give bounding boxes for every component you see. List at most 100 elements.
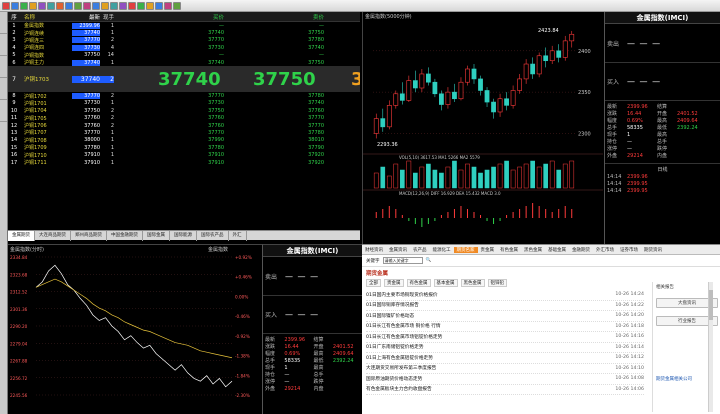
news-filter[interactable]: 全部 [366,279,381,287]
table-row[interactable]: 11 沪铜1705 37760 2 37760 37770 [8,115,360,122]
news-nav-tab[interactable]: 期货名家 [453,246,478,253]
news-item[interactable]: 01日上海有色金属铝锭价格走势 10-26 14:12 [366,353,644,364]
market-tab[interactable]: 国际农产品 [197,230,229,241]
table-row[interactable]: 9 沪铜1701 37730 1 37730 37740 [8,100,360,107]
toolbar-icon[interactable] [2,1,10,10]
news-item[interactable]: 01日国内主要市场铜现货价格报价 10-26 14:24 [366,290,644,301]
table-row[interactable]: 6 沪铜主力 37740 1 37740 37750 [8,59,360,66]
toolbar-icon[interactable] [173,1,181,10]
toolbar-icon[interactable] [29,1,37,10]
news-nav-tab[interactable]: 外汇市场 [593,247,617,253]
toolbar-icon[interactable] [110,1,118,10]
market-tab[interactable]: 外汇 [229,230,247,241]
news-item[interactable]: 大连期货交易所发布第三季度报告 10-26 14:10 [366,364,644,374]
toolbar-icon[interactable] [119,1,127,10]
news-filter[interactable]: 基本金属 [433,279,458,287]
info-row: 持仓 — 总手 [605,138,720,146]
news-filter[interactable]: 铝锌铅 [487,279,507,287]
toolbar-icon[interactable] [155,1,163,10]
last-price: 37730 [84,100,100,107]
news-nav-tab[interactable]: 金融期货 [569,247,593,253]
news-item[interactable]: 国际原油期货价格动态走势 10-26 14:08 [366,374,644,385]
intraday-chart[interactable]: 2334.84 2323.68 2312.52 2301.36 2290.20 2279.… [8,245,262,414]
news-nav-tab[interactable]: 有色金属 [497,247,521,253]
col-header[interactable]: 现手 [100,13,114,21]
col-header[interactable]: 卖价 [224,13,324,21]
toolbar-icon[interactable] [38,1,46,10]
table-row[interactable]: 12 沪铜1706 37760 2 37760 37770 [8,122,360,130]
y-tick-label: 2350 [578,90,591,96]
news-nav-tab[interactable]: 农产品 [410,247,430,253]
toolbar-icon[interactable] [74,1,82,10]
table-row[interactable]: 8 沪铜1702 37770 2 37770 37780 [8,92,360,100]
news-nav-tab[interactable]: 能源化工 [430,247,454,253]
news-nav-tab[interactable]: 基础金属 [545,247,569,253]
news-filter[interactable]: 有色金属 [406,279,431,287]
table-row[interactable]: 2 沪铜连续 37740 1 37740 37750 [8,29,360,37]
news-nav-tab[interactable]: 证券市场 [617,247,641,253]
y-pct-label: -1.38% [235,354,250,359]
col-header[interactable]: 买价 [114,13,224,21]
news-item[interactable]: 01日广东南储铝锭价格走势 10-26 14:14 [366,343,644,353]
sidebar-tab[interactable] [0,34,7,56]
toolbar-icon[interactable] [164,1,172,10]
news-item[interactable]: 01日长江有色金属市场 铜价格 行情 10-26 14:18 [366,322,644,332]
scroll-thumb[interactable] [709,290,713,320]
bid-price: 37730 [208,100,224,107]
candle-body [491,101,496,113]
news-nav-tab[interactable]: 期货资讯 [641,247,665,253]
table-row[interactable]: 3 沪铜连三 37770 2 37770 37780 [8,37,360,44]
col-header[interactable]: 序 [8,13,20,21]
toolbar-icon[interactable] [92,1,100,10]
toolbar-icon[interactable] [137,1,145,10]
toolbar-icon[interactable] [128,1,136,10]
sidebar-tab[interactable] [0,100,7,122]
news-item[interactable]: 有色金属板块主力合约收盘报告 10-26 14:06 [366,385,644,395]
toolbar-icon[interactable] [65,1,73,10]
toolbar-icon[interactable] [20,1,28,10]
table-row[interactable]: 4 沪铜连四 37730 4 37730 37740 [8,44,360,51]
table-row[interactable]: 10 沪铜1704 37750 2 37750 37760 [8,107,360,115]
table-row[interactable]: 16 沪铜1710 37910 1 37910 37920 [8,151,360,159]
market-tab[interactable]: 国际金属 [143,230,170,241]
selected-table-row[interactable]: 7 沪铜1703 37740 2 37740 37750 3 [8,66,360,93]
table-row[interactable]: 17 沪铜1711 37910 1 37910 37920 [8,159,360,167]
search-icon[interactable]: 🔍 [426,258,432,263]
toolbar-icon[interactable] [146,1,154,10]
table-row[interactable]: 15 沪铜1709 37780 1 37780 37790 [8,144,360,152]
market-tab[interactable]: 国际能源 [170,230,197,241]
news-scrollbar[interactable] [708,282,713,412]
table-row[interactable]: 14 沪铜1708 38000 1 37990 38010 [8,137,360,144]
toolbar-icon[interactable] [83,1,91,10]
market-tab[interactable]: 郑州商品期货 [71,230,107,241]
market-tab[interactable]: 中国金融期货 [107,230,143,241]
kline-chart[interactable]: 2300 2350 2400 2423.84 2293.36 VOL(5,10) 3617… [363,12,603,244]
market-tab[interactable]: 大连商品期货 [35,230,71,241]
toolbar-icon[interactable] [11,1,19,10]
news-nav-tab[interactable]: 财经资讯 [362,247,386,253]
toolbar-icon[interactable] [56,1,64,10]
info-title: 金属指数(IMCI) [263,245,362,257]
sidebar-tab[interactable] [0,56,7,78]
sidebar-tab[interactable] [0,78,7,100]
table-row[interactable]: 1 金属指数 2399.96 1 — — [8,22,360,29]
news-nav-tab[interactable]: 金属资讯 [386,247,410,253]
news-filter[interactable]: 贵金属 [384,279,404,287]
table-row[interactable]: 5 沪铜指数 37750 14 — — [8,52,360,59]
news-item[interactable]: 01日国际镍矿价格动态 10-26 14:20 [366,311,644,322]
sidebar-tab[interactable] [0,12,7,34]
col-header[interactable]: 最新 [72,13,100,21]
candle-body [452,91,457,100]
news-item[interactable]: 01日长江有色金属市场铝锭价格走势 10-26 14:16 [366,332,644,343]
news-nav-tab[interactable]: 贵金属 [478,247,498,253]
col-header[interactable]: 名称 [20,13,72,21]
info-value: — [627,138,632,145]
market-tab[interactable]: 金属期货 [8,230,35,241]
table-row[interactable]: 13 沪铜1707 37770 1 37770 37780 [8,129,360,137]
news-nav-tab[interactable]: 黑色金属 [521,247,545,253]
news-filter[interactable]: 黑色金属 [460,279,485,287]
news-item[interactable]: 01日国际铜库存情况报告 10-26 14:22 [366,301,644,311]
search-input[interactable]: 请输入关键字 [382,257,423,264]
toolbar-icon[interactable] [47,1,55,10]
toolbar-icon[interactable] [101,1,109,10]
